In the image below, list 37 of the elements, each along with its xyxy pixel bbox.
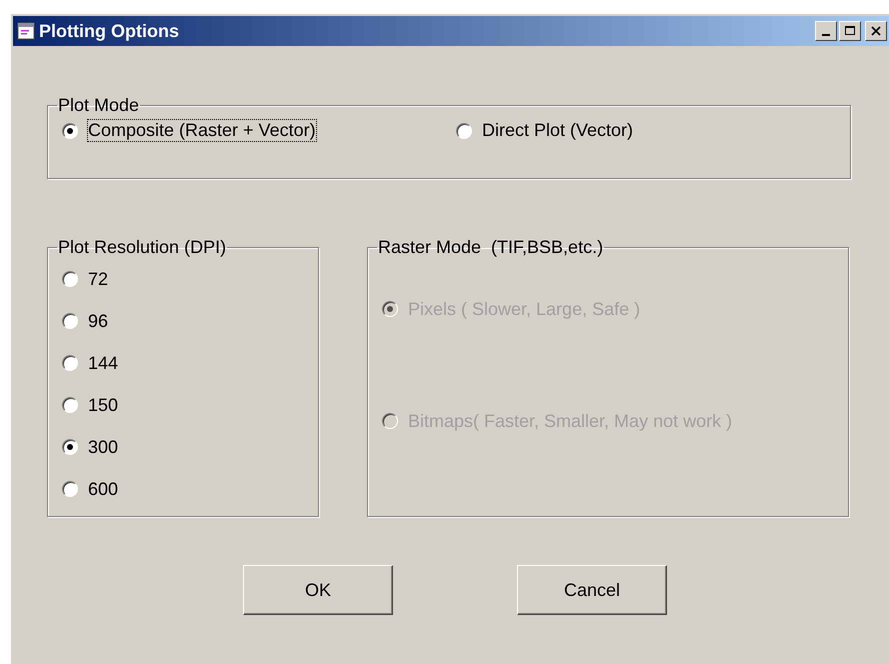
radio-option[interactable]: 144 [62,342,318,384]
radio-option[interactable]: 600 [62,468,318,510]
radio-option[interactable]: Composite (Raster + Vector) [62,120,456,141]
group-label: Plot Mode [57,95,140,116]
radio-button[interactable] [62,355,78,371]
radio-option[interactable]: 150 [62,384,318,426]
cancel-button[interactable]: Cancel [517,565,667,615]
close-icon [871,26,881,36]
option-label: 300 [88,436,118,458]
radio-button[interactable] [456,122,472,138]
maximize-icon [845,26,855,36]
ok-button[interactable]: OK [243,565,393,615]
group-label: Plot Resolution (DPI) [57,237,228,258]
radio-option[interactable]: Direct Plot (Vector) [456,120,850,141]
option-label: 600 [88,478,118,500]
minimize-icon [822,34,830,36]
radio-button[interactable] [62,122,78,138]
option-label: Direct Plot (Vector) [482,120,634,141]
radio-button[interactable] [62,439,78,455]
radio-option[interactable]: 96 [62,300,318,342]
radio-option[interactable]: 72 [62,258,318,300]
radio-button[interactable] [62,313,78,329]
option-label: 144 [88,352,118,374]
minimize-button[interactable] [815,21,837,41]
close-button[interactable] [865,21,887,41]
radio-button[interactable] [62,397,78,413]
option-label: 96 [88,310,108,332]
option-label: Composite (Raster + Vector) [88,120,316,141]
window-title: Plotting Options [39,20,180,42]
option-label: 150 [88,394,118,416]
option-label: 72 [88,268,108,290]
window-icon [17,22,35,40]
maximize-button[interactable] [839,21,861,41]
radio-button[interactable] [62,481,78,497]
group-label: Raster Mode (TIF,BSB,etc.) [377,237,604,258]
radio-button[interactable] [62,271,78,287]
radio-option[interactable]: 300 [62,426,318,468]
